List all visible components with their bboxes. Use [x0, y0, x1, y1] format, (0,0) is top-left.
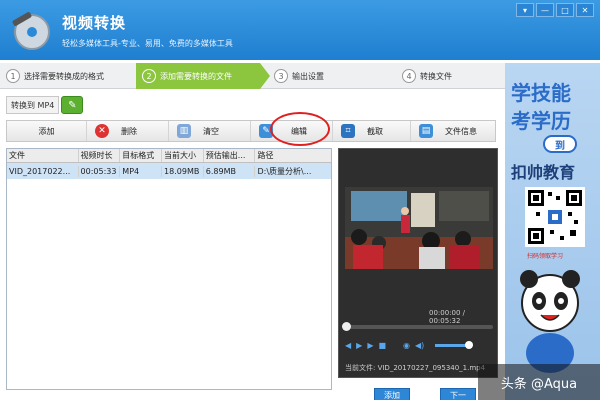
crop-icon: ⌗	[341, 124, 355, 138]
toolbar: 添加 ✕ 删除 ▥ 清空 ✎ 编辑 ⌗ 截取 ▤ 文件信息	[6, 120, 496, 142]
step-2-label: 添加需要转换的文件	[160, 71, 232, 81]
app-subtitle: 轻松多媒体工具-专业、易用、免费的多媒体工具	[62, 39, 233, 48]
edit-highlight-circle	[270, 112, 330, 146]
snapshot-camera-icon[interactable]: ◉	[403, 341, 410, 350]
table-header: 文件 视频时长 目标格式 当前大小 预估输出... 路径	[7, 149, 331, 163]
panda-mascot-image	[520, 270, 580, 373]
step-4-label: 转换文件	[420, 71, 452, 81]
volume-icon[interactable]: ◀)	[415, 341, 424, 350]
cell-file: VID_2017022...	[7, 165, 79, 177]
table-row[interactable]: VID_2017022... 00:05:33 MP4 18.09MB 6.89…	[7, 163, 331, 179]
step-2[interactable]: 2 添加需要转换的文件	[136, 63, 260, 89]
playback-time: 00:00:00 / 00:05:32	[429, 309, 466, 325]
step-1-label: 选择需要转换成的格式	[24, 71, 104, 81]
bottom-add-button[interactable]: 添加	[374, 388, 410, 400]
app-logo-icon	[12, 12, 50, 50]
ad-banner[interactable]: 学技能 考学历 到 扣帅教育 扫码领取学习	[505, 63, 600, 400]
ad-headline-1: 学技能	[511, 81, 571, 105]
seek-handle[interactable]	[342, 322, 351, 331]
qr-code-icon	[525, 187, 585, 247]
col-file[interactable]: 文件	[7, 149, 79, 162]
clear-button[interactable]: ▥ 清空	[169, 121, 251, 141]
file-table: 文件 视频时长 目标格式 当前大小 预估输出... 路径 VID_2017022…	[6, 148, 332, 390]
col-estimated-output[interactable]: 预估输出...	[204, 149, 256, 162]
clear-label: 清空	[203, 126, 219, 136]
step-4-number: 4	[402, 69, 416, 83]
file-info-label: 文件信息	[445, 126, 477, 136]
next-frame-icon[interactable]: ▶	[367, 341, 373, 350]
next-step-button[interactable]: 下一	[440, 388, 476, 400]
col-current-size[interactable]: 当前大小	[162, 149, 204, 162]
qr-caption: 扫码领取学习	[527, 253, 564, 260]
step-3-number: 3	[274, 69, 288, 83]
col-path[interactable]: 路径	[255, 149, 331, 162]
convert-to-row: 转换到 MP4 ✎	[6, 96, 84, 114]
settings-tool-icon[interactable]: ✎	[61, 96, 84, 114]
add-label: 添加	[38, 126, 55, 136]
add-button[interactable]: 添加	[7, 121, 87, 141]
minimize-button[interactable]: —	[536, 3, 554, 17]
prev-frame-icon[interactable]: ◀	[345, 341, 351, 350]
ad-brand: 扣帅教育	[511, 163, 576, 182]
delete-button[interactable]: ✕ 删除	[87, 121, 169, 141]
step-1[interactable]: 1 选择需要转换成的格式	[0, 63, 128, 89]
file-info-button[interactable]: ▤ 文件信息	[411, 121, 495, 141]
close-button[interactable]: ✕	[576, 3, 594, 17]
cell-format: MP4	[120, 165, 163, 177]
seek-slider[interactable]	[342, 322, 493, 331]
cell-output-size: 6.89MB	[204, 165, 256, 177]
step-bar: 1 选择需要转换成的格式 2 添加需要转换的文件 3 输出设置 4 转换文件	[0, 63, 505, 89]
window-controls: ▾ — □ ✕	[516, 3, 594, 17]
delete-icon: ✕	[95, 124, 109, 138]
play-icon[interactable]: ▶	[356, 341, 362, 350]
title-bar: 视频转换 轻松多媒体工具-专业、易用、免费的多媒体工具 ▾ — □ ✕	[0, 0, 600, 60]
menu-button[interactable]: ▾	[516, 3, 534, 17]
step-3-label: 输出设置	[292, 71, 324, 81]
trash-icon: ▥	[177, 124, 191, 138]
app-title: 视频转换	[62, 14, 127, 32]
col-target-format[interactable]: 目标格式	[120, 149, 163, 162]
convert-to-label: 转换到 MP4	[6, 96, 60, 114]
delete-label: 删除	[121, 126, 137, 136]
video-preview[interactable]	[345, 187, 493, 269]
file-info-icon: ▤	[419, 124, 433, 138]
step-2-number: 2	[142, 69, 156, 83]
crop-button[interactable]: ⌗ 截取	[333, 121, 411, 141]
col-duration[interactable]: 视频时长	[79, 149, 121, 162]
stop-icon[interactable]: ■	[378, 341, 386, 350]
volume-handle[interactable]	[465, 340, 474, 349]
step-4[interactable]: 4 转换文件	[396, 63, 504, 89]
cell-duration: 00:05:33	[79, 165, 121, 177]
playback-controls: ◀ ▶ ▶ ■ ◉ ◀)	[345, 339, 493, 351]
step-3[interactable]: 3 输出设置	[268, 63, 378, 89]
maximize-button[interactable]: □	[556, 3, 574, 17]
volume-slider[interactable]	[435, 340, 474, 349]
step-1-number: 1	[6, 69, 20, 83]
ad-badge: 到	[543, 135, 577, 153]
watermark: 头条 @Aqua	[478, 364, 600, 400]
ad-headline-2: 考学历	[511, 109, 571, 133]
classroom-scene-image	[345, 187, 493, 269]
current-file-label: 当前文件: VID_20170227_095340_1.mp4	[345, 364, 486, 372]
preview-panel: 00:00:00 / 00:05:32 ◀ ▶ ▶ ■ ◉ ◀) 当前文件: V…	[338, 148, 498, 378]
cell-size: 18.09MB	[162, 165, 204, 177]
cell-path: D:\质量分析\...	[257, 166, 312, 176]
crop-label: 截取	[367, 126, 383, 136]
